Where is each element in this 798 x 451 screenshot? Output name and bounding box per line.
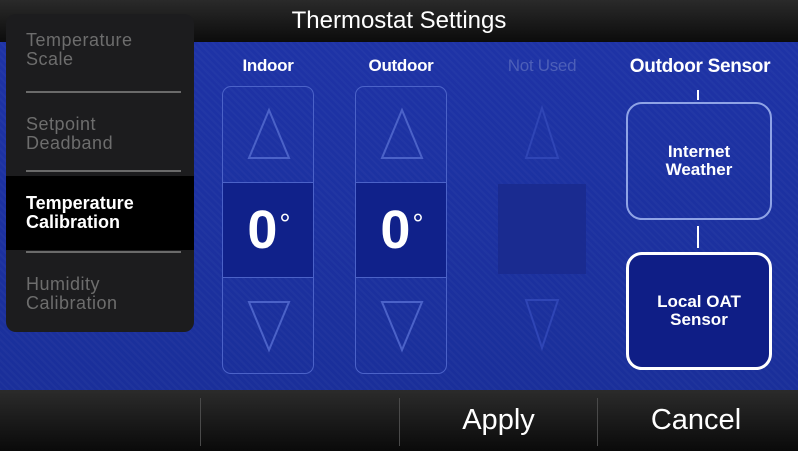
sensor-connector-line [697,90,699,100]
local-oat-sensor-button[interactable]: Local OAT Sensor [626,252,772,370]
settings-sidebar: Temperature Scale Setpoint Deadband Temp… [6,14,194,332]
sidebar-divider [26,251,181,253]
outdoor-offset-spinner: 0 ° [355,86,447,374]
internet-weather-label: Internet [667,142,731,161]
apply-button[interactable]: Apply [400,390,597,451]
down-triangle-icon [380,301,424,353]
indoor-decrement-button[interactable] [223,279,313,373]
sidebar-item-label: Deadband [26,133,114,153]
sensor-connector-line [697,226,699,248]
up-triangle-icon [380,107,424,159]
up-triangle-icon [247,107,291,159]
internet-weather-button[interactable]: Internet Weather [626,102,772,220]
outdoor-decrement-button[interactable] [356,279,446,373]
indoor-increment-button[interactable] [223,87,313,181]
outdoor-value-number: 0 [380,200,411,260]
local-oat-sensor-label: Sensor [670,310,728,329]
unused-value-box [498,184,586,274]
down-triangle-icon [524,299,560,352]
sidebar-item-humidity-calibration[interactable]: Humidity Calibration [6,258,194,330]
sidebar-item-label: Humidity [26,274,101,294]
sidebar-item-label: Setpoint [26,114,97,134]
indoor-value-number: 0 [247,200,278,260]
not-used-label: Not Used [507,56,577,75]
sidebar-item-label: Calibration [26,212,121,232]
sidebar-item-label: Scale [26,49,74,69]
cancel-button[interactable]: Cancel [598,390,794,451]
sidebar-item-setpoint-deadband[interactable]: Setpoint Deadband [6,98,194,170]
sidebar-item-temperature-calibration[interactable]: Temperature Calibration [6,176,194,250]
indoor-offset-spinner: 0 ° [222,86,314,374]
unused-spinner [498,86,586,374]
outdoor-offset-value: 0 ° [356,182,446,278]
action-bar: Apply Cancel [0,390,798,451]
sidebar-item-label: Temperature [26,30,133,50]
sidebar-item-label: Temperature [26,193,134,213]
outdoor-sensor-heading: Outdoor Sensor [629,56,771,77]
up-triangle-icon [524,104,560,159]
sidebar-item-label: Calibration [26,293,118,313]
sidebar-divider [26,170,181,172]
down-triangle-icon [247,301,291,353]
degree-symbol: ° [279,208,291,239]
sidebar-item-temperature-scale[interactable]: Temperature Scale [6,14,194,86]
action-bar-divider [200,398,201,446]
indoor-label: Indoor [242,56,294,75]
degree-symbol: ° [412,208,424,239]
indoor-offset-value: 0 ° [223,182,313,278]
local-oat-sensor-label: Local OAT [657,292,741,311]
outdoor-increment-button[interactable] [356,87,446,181]
internet-weather-label: Weather [665,160,733,179]
sidebar-divider [26,91,181,93]
outdoor-label: Outdoor [368,56,434,75]
